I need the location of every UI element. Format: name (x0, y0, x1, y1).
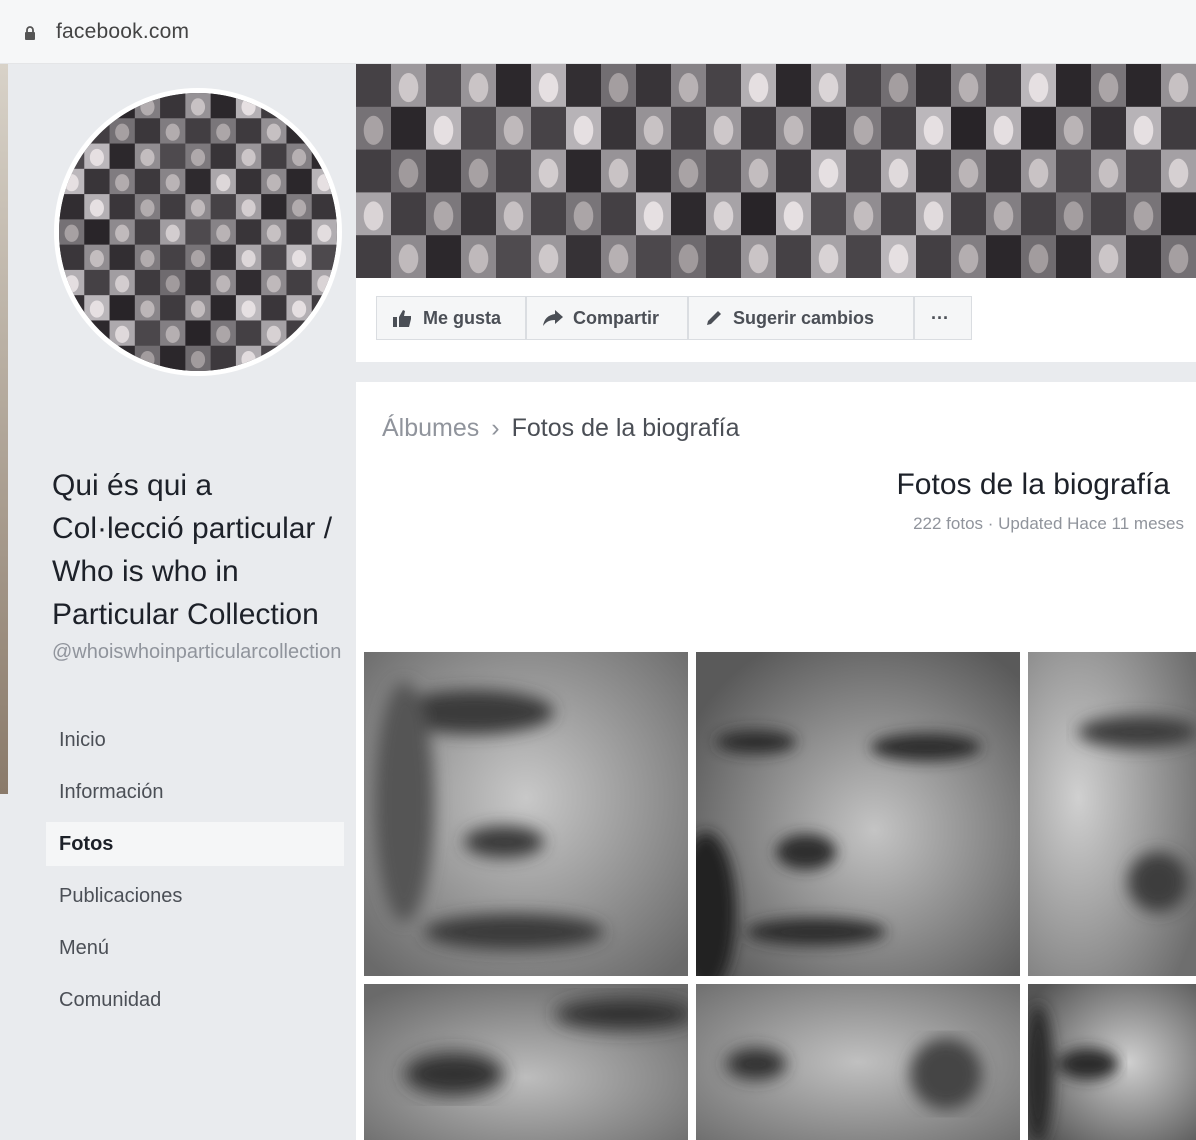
avatar-mosaic-image (59, 93, 337, 371)
breadcrumb: Álbumes › Fotos de la biografía (382, 414, 740, 443)
face-photo-image (1028, 652, 1196, 976)
face-photo-image (696, 984, 1020, 1140)
face-photo-image (696, 652, 1020, 976)
like-label: Me gusta (423, 307, 502, 328)
cover-mosaic-image (356, 64, 1196, 278)
photo-thumbnail[interactable] (364, 652, 688, 976)
share-arrow-icon (543, 310, 563, 326)
photo-thumbnail[interactable] (696, 652, 1020, 976)
nav-item-publicaciones[interactable]: Publicaciones (46, 874, 344, 926)
suggest-edits-button[interactable]: Sugerir cambios (688, 296, 914, 340)
like-button[interactable]: Me gusta (376, 296, 526, 340)
page-nav: Inicio Información Fotos Publicaciones M… (46, 718, 344, 1030)
photo-thumbnail[interactable] (1028, 652, 1196, 976)
cover-photo[interactable] (356, 64, 1196, 278)
share-label: Compartir (573, 307, 660, 328)
url-text[interactable]: facebook.com (56, 20, 189, 44)
breadcrumb-current: Fotos de la biografía (511, 414, 740, 442)
nav-item-informacion[interactable]: Información (46, 770, 344, 822)
album-title: Fotos de la biografía (896, 468, 1170, 501)
suggest-edits-label: Sugerir cambios (733, 307, 875, 328)
window-edge (0, 64, 8, 794)
pencil-icon (707, 311, 721, 325)
page-handle[interactable]: @whoiswhoinparticularcollection (52, 640, 352, 665)
photo-thumbnail[interactable] (696, 984, 1020, 1140)
nav-item-comunidad[interactable]: Comunidad (46, 978, 344, 1030)
photo-thumbnail[interactable] (364, 984, 688, 1140)
lock-icon (25, 26, 35, 40)
face-photo-image (364, 652, 688, 976)
browser-address-bar[interactable]: facebook.com (0, 0, 1196, 64)
photo-thumbnail[interactable] (1028, 984, 1196, 1140)
face-photo-image (364, 984, 688, 1140)
more-options-icon: ··· (931, 307, 949, 328)
thumbs-up-icon (393, 310, 411, 327)
more-options-button[interactable]: ··· (914, 296, 972, 340)
nav-item-fotos[interactable]: Fotos (46, 822, 344, 866)
nav-item-menu[interactable]: Menú (46, 926, 344, 978)
page-name[interactable]: Qui és qui a Col·lecció particular / Who… (52, 464, 352, 636)
chevron-right-icon: › (491, 414, 500, 442)
album-meta: 222 fotos · Updated Hace 11 meses (913, 514, 1184, 533)
profile-avatar[interactable] (54, 88, 342, 376)
face-photo-image (1028, 984, 1196, 1140)
share-button[interactable]: Compartir (526, 296, 688, 340)
album-card: Álbumes › Fotos de la biografía Fotos de… (356, 382, 1196, 1140)
breadcrumb-albums-link[interactable]: Álbumes (382, 414, 479, 443)
nav-item-inicio[interactable]: Inicio (46, 718, 344, 770)
page-actions-bar: Me gusta Compartir Sugerir cambios ··· (356, 278, 1196, 362)
left-column: Qui és qui a Col·lecció particular / Who… (8, 64, 354, 1140)
